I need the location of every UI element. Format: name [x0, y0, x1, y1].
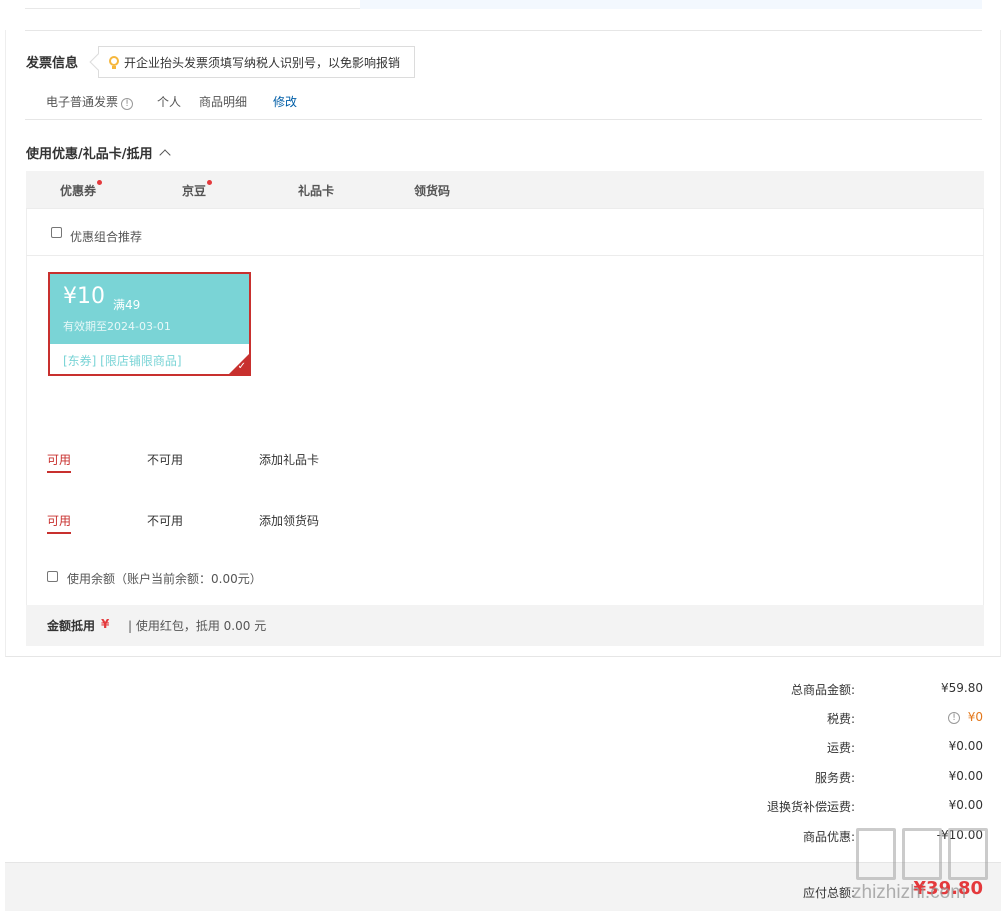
deduction-bar: 金额抵用 ¥ | 使用红包，抵用 0.00 元 — [26, 605, 984, 646]
previous-section-highlight — [360, 0, 982, 9]
invoice-type-label: 电子普通发票 — [46, 95, 119, 109]
use-balance-label: 使用余额（账户当前余额：0.00元） — [67, 572, 262, 586]
giftcard-available-tab[interactable]: 可用 — [47, 451, 72, 473]
coupon-desc: [东券] [限店铺限商品] — [63, 354, 182, 368]
pickup-unavailable-tab[interactable]: 不可用 — [147, 512, 183, 529]
invoice-modify-link[interactable]: 修改 — [273, 93, 297, 110]
summary-label-return-shipping: 退换货补偿运费: — [766, 800, 855, 814]
invoice-type: 电子普通发票! — [46, 93, 134, 110]
divider — [25, 119, 982, 120]
lightbulb-icon — [109, 55, 119, 69]
invoice-tip-tooltip: 开企业抬头发票须填写纳税人识别号，以免影响报销 — [89, 46, 415, 78]
discount-section-title: 使用优惠/礼品卡/抵用 — [26, 147, 153, 162]
info-icon[interactable]: ! — [121, 98, 134, 110]
tab-jingdou[interactable]: 京豆 — [182, 180, 213, 199]
summary-label-shipping: 运费: — [826, 741, 855, 755]
invoice-holder: 个人 — [157, 95, 182, 109]
combo-recommend-checkbox[interactable] — [51, 227, 62, 238]
checkmark-icon: ✓ — [237, 361, 246, 372]
pickup-available-tab[interactable]: 可用 — [47, 512, 72, 534]
summary-label-tax: 税费: — [826, 712, 855, 726]
summary-value-goods: ¥59.80 — [941, 681, 983, 695]
discount-section-toggle[interactable]: 使用优惠/礼品卡/抵用 — [26, 143, 171, 162]
add-pickup-code-link[interactable]: 添加领货码 — [259, 512, 319, 529]
invoice-tip-text: 开企业抬头发票须填写纳税人识别号，以免影响报销 — [124, 55, 401, 70]
combo-recommend-row: 优惠组合推荐 — [26, 209, 984, 256]
tab-coupons-label: 优惠券 — [60, 184, 97, 198]
summary-label-goods: 总商品金额: — [790, 683, 855, 697]
tab-giftcard[interactable]: 礼品卡 — [298, 182, 334, 199]
coupon-condition: 满49 — [113, 298, 141, 312]
tab-coupons[interactable]: 优惠券 — [60, 180, 103, 199]
giftcard-unavailable-tab[interactable]: 不可用 — [147, 451, 183, 468]
deduction-currency: ¥ — [101, 617, 110, 631]
invoice-section-title: 发票信息 — [26, 56, 79, 71]
summary-label-service: 服务费: — [814, 771, 855, 785]
tab-giftcard-label: 礼品卡 — [298, 184, 335, 198]
tab-pickup-code-label: 领货码 — [414, 184, 451, 198]
summary-value-discount: -¥10.00 — [936, 828, 983, 842]
summary-value-return-shipping: ¥0.00 — [948, 798, 983, 812]
summary-value-service: ¥0.00 — [948, 769, 983, 783]
total-value: ¥39.80 — [913, 878, 983, 899]
deduction-info: | 使用红包，抵用 0.00 元 — [128, 619, 267, 633]
use-balance-checkbox[interactable] — [47, 571, 58, 582]
previous-section-edge — [25, 0, 982, 9]
tab-pickup-code[interactable]: 领货码 — [414, 182, 450, 199]
coupon-expire: 有效期至2024-03-01 — [63, 320, 171, 333]
discount-tabs: 优惠券 京豆 礼品卡 领货码 — [26, 171, 984, 209]
payable-total-bar: 应付总额: ¥39.80 — [5, 862, 1001, 911]
notification-dot — [207, 180, 213, 185]
coupon-card-header: ¥10 满49 有效期至2024-03-01 — [50, 274, 249, 344]
total-label: 应付总额: — [802, 886, 855, 900]
summary-label-discount: 商品优惠: — [802, 830, 855, 844]
info-icon[interactable]: ! — [948, 712, 960, 724]
combo-recommend-label: 优惠组合推荐 — [70, 230, 143, 244]
invoice-content: 商品明细 — [199, 95, 248, 109]
notification-dot — [97, 180, 103, 185]
tab-jingdou-label: 京豆 — [182, 184, 207, 198]
chevron-up-icon — [158, 149, 171, 161]
deduction-label: 金额抵用 — [47, 619, 96, 633]
summary-value-shipping: ¥0.00 — [948, 739, 983, 753]
coupon-amount: ¥10 — [63, 284, 105, 309]
divider — [25, 30, 982, 31]
coupon-card[interactable]: ¥10 满49 有效期至2024-03-01 [东券] [限店铺限商品] ✓ — [48, 272, 251, 376]
summary-value-tax: ¥0 — [967, 710, 983, 724]
add-giftcard-link[interactable]: 添加礼品卡 — [259, 451, 319, 468]
